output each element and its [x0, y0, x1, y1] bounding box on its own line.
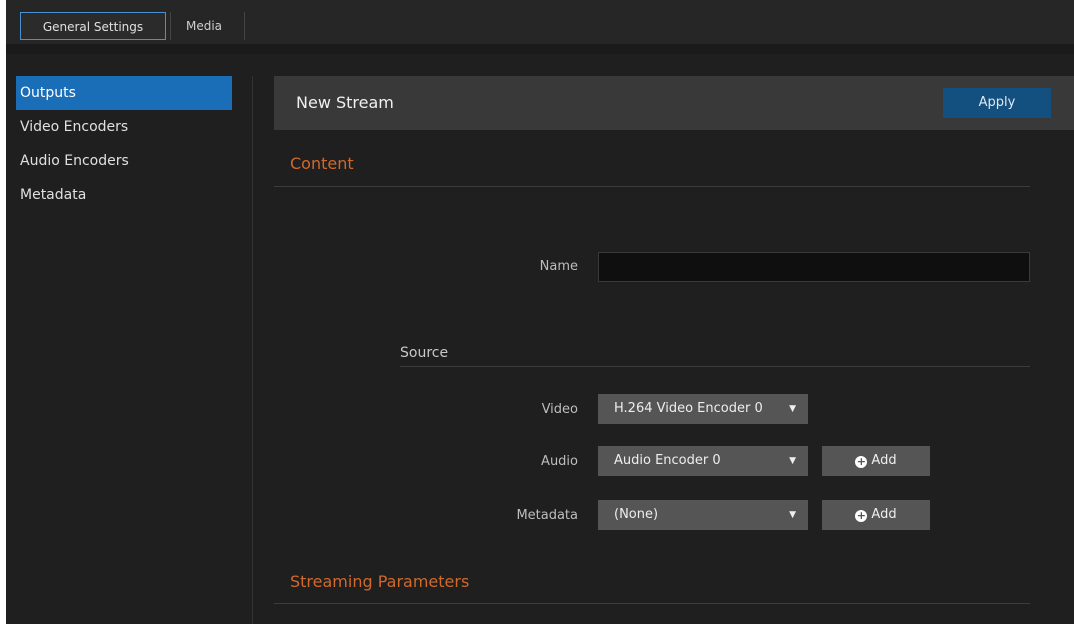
sub-bar	[6, 44, 1074, 54]
caret-down-icon: ▼	[789, 510, 796, 520]
tab-general-settings[interactable]: General Settings	[20, 12, 166, 40]
panel-header: New Stream Apply	[274, 76, 1074, 130]
page-title: New Stream	[296, 93, 394, 112]
add-metadata-label: Add	[871, 507, 897, 522]
subsection-title-source: Source	[400, 345, 449, 361]
sidebar-item-metadata[interactable]: Metadata	[16, 178, 232, 212]
sidebar-item-video-encoders[interactable]: Video Encoders	[16, 110, 232, 144]
section-title-content: Content	[290, 154, 354, 173]
section-divider	[274, 603, 1030, 604]
section-title-streaming-parameters: Streaming Parameters	[290, 572, 470, 591]
sidebar-divider	[252, 76, 253, 624]
audio-select[interactable]: Audio Encoder 0 ▼	[598, 446, 808, 476]
add-metadata-button[interactable]: + Add	[822, 500, 930, 530]
metadata-label: Metadata	[516, 508, 578, 523]
video-select[interactable]: H.264 Video Encoder 0 ▼	[598, 394, 808, 424]
app-window: General Settings Media Outputs Video Enc…	[6, 0, 1074, 624]
add-audio-button[interactable]: + Add	[822, 446, 930, 476]
plus-circle-icon: +	[855, 455, 868, 468]
sidebar: Outputs Video Encoders Audio Encoders Me…	[6, 54, 252, 624]
sidebar-item-audio-encoders[interactable]: Audio Encoders	[16, 144, 232, 178]
subsection-divider	[400, 366, 1030, 367]
tab-divider	[170, 12, 171, 40]
name-label: Name	[539, 259, 578, 274]
caret-down-icon: ▼	[789, 404, 796, 414]
sidebar-item-outputs[interactable]: Outputs	[16, 76, 232, 110]
metadata-select-value: (None)	[614, 507, 659, 522]
apply-button[interactable]: Apply	[943, 88, 1051, 118]
section-divider	[274, 186, 1030, 187]
audio-label: Audio	[541, 454, 578, 469]
plus-circle-icon: +	[855, 509, 868, 522]
metadata-select[interactable]: (None) ▼	[598, 500, 808, 530]
tab-media[interactable]: Media	[174, 12, 234, 40]
video-label: Video	[541, 402, 578, 417]
video-select-value: H.264 Video Encoder 0	[614, 401, 763, 416]
add-audio-label: Add	[871, 453, 897, 468]
top-tab-bar: General Settings Media	[6, 0, 1074, 44]
audio-select-value: Audio Encoder 0	[614, 453, 721, 468]
tab-divider	[244, 12, 245, 40]
name-input[interactable]	[598, 252, 1030, 282]
caret-down-icon: ▼	[789, 456, 796, 466]
